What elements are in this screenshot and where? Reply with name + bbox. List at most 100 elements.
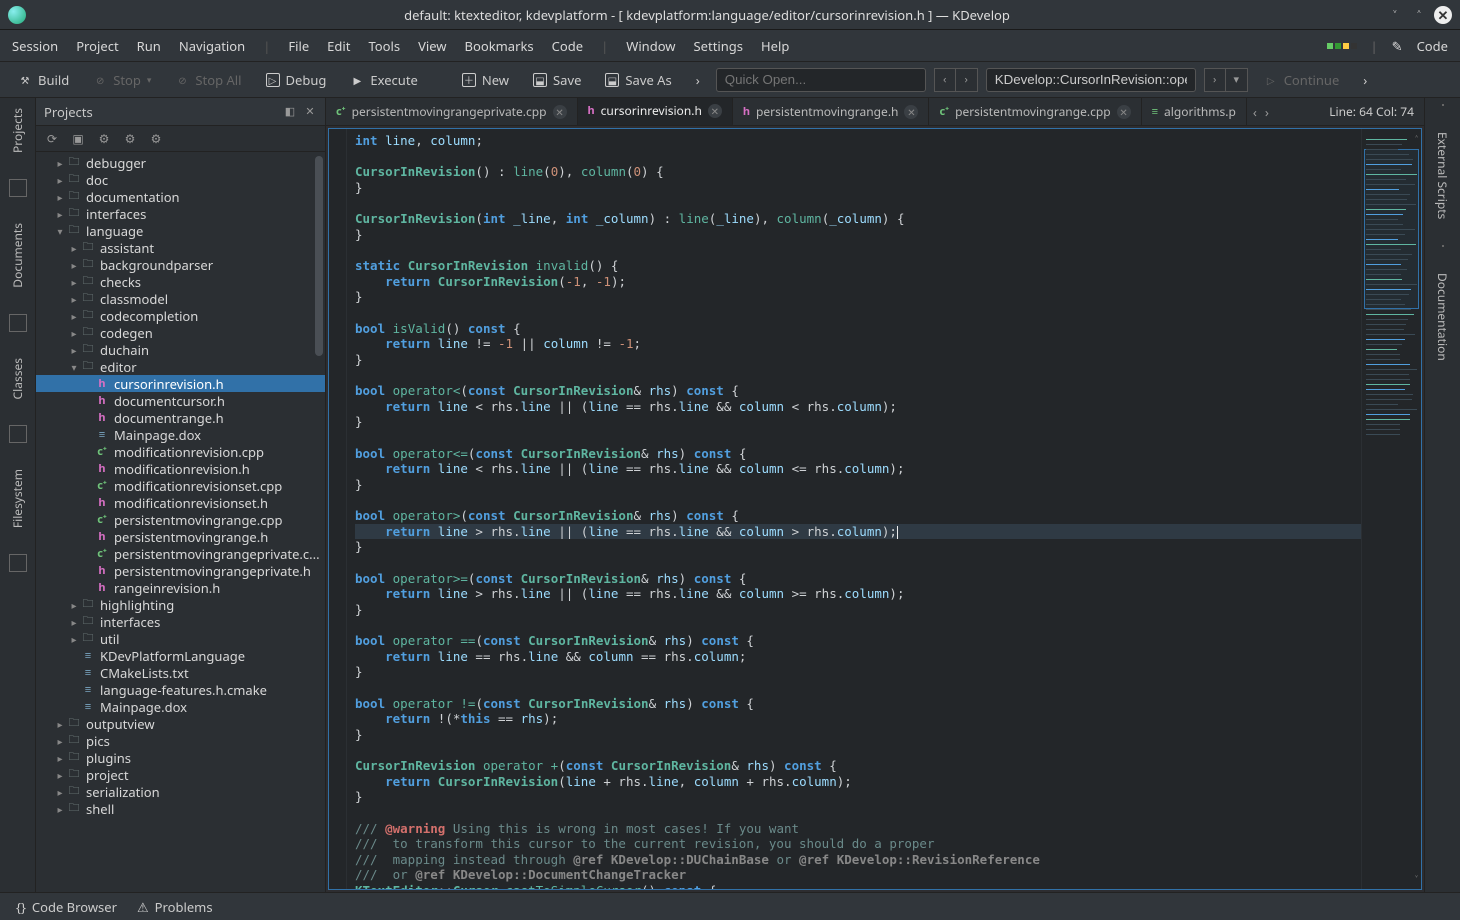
expander-icon[interactable]: ▸	[68, 598, 80, 612]
continue-button[interactable]: ▷Continue	[1256, 67, 1348, 93]
expander-icon[interactable]: ▸	[54, 768, 66, 782]
dock-tab-documentation[interactable]: Documentation	[1434, 269, 1451, 365]
tree-folder[interactable]: ▸🗀doc	[36, 171, 325, 188]
tree-folder[interactable]: ▸🗀codecompletion	[36, 307, 325, 324]
build-button[interactable]: ⚒Build	[10, 67, 77, 93]
expander-icon[interactable]: ▾	[68, 360, 80, 374]
tree-file[interactable]: c⁺modificationrevision.cpp	[36, 443, 325, 460]
menu-file[interactable]: File	[288, 37, 309, 55]
tree-file[interactable]: hdocumentcursor.h	[36, 392, 325, 409]
toolbar-overflow-button[interactable]: ›	[1355, 67, 1375, 93]
tree-file[interactable]: hpersistentmovingrangeprivate.h	[36, 562, 325, 579]
menu-code[interactable]: Code	[552, 37, 583, 55]
tree-file[interactable]: hdocumentrange.h	[36, 409, 325, 426]
collapse-icon[interactable]: ▣	[70, 131, 86, 147]
expander-icon[interactable]: ▸	[68, 241, 80, 255]
tree-file[interactable]: hcursorinrevision.h	[36, 375, 325, 392]
dock-tab-documents[interactable]: Documents	[9, 219, 26, 292]
minimize-button[interactable]: ˅	[1386, 6, 1404, 24]
panel-close-button[interactable]: ✕	[303, 105, 317, 119]
tree-folder[interactable]: ▸🗀project	[36, 766, 325, 783]
status-code-browser[interactable]: {} Code Browser	[16, 898, 117, 916]
menu-navigation[interactable]: Navigation	[179, 37, 245, 55]
collapse-up-icon[interactable]: ˄	[1415, 132, 1418, 146]
menu-code-right[interactable]: Code	[1417, 37, 1448, 55]
tree-file[interactable]: c⁺modificationrevisionset.cpp	[36, 477, 325, 494]
expander-icon[interactable]: ▸	[54, 190, 66, 204]
tab-next-button[interactable]: ›	[1265, 103, 1269, 121]
tree-folder[interactable]: ▸🗀documentation	[36, 188, 325, 205]
fold-gutter[interactable]	[329, 129, 347, 889]
tree-folder[interactable]: ▸🗀serialization	[36, 783, 325, 800]
tree-file[interactable]: hmodificationrevision.h	[36, 460, 325, 477]
tree-file[interactable]: hrangeinrevision.h	[36, 579, 325, 596]
tab-close-button[interactable]: ✕	[904, 105, 918, 119]
tree-folder[interactable]: ▸🗀backgroundparser	[36, 256, 325, 273]
gear-icon[interactable]: ⚙	[122, 131, 138, 147]
expander-icon[interactable]: ▸	[68, 632, 80, 646]
editor-tab[interactable]: c⁺persistentmovingrange.cpp✕	[929, 98, 1141, 125]
menu-tools[interactable]: Tools	[368, 37, 400, 55]
expander-icon[interactable]: ▸	[68, 275, 80, 289]
tab-close-button[interactable]: ✕	[1117, 105, 1131, 119]
tree-folder[interactable]: ▸🗀duchain	[36, 341, 325, 358]
tree-folder[interactable]: ▸🗀outputview	[36, 715, 325, 732]
tree-folder[interactable]: ▸🗀classmodel	[36, 290, 325, 307]
stop-button[interactable]: ⊘Stop▾	[85, 67, 159, 93]
tree-folder[interactable]: ▾🗀editor	[36, 358, 325, 375]
expander-icon[interactable]: ▸	[54, 156, 66, 170]
expander-icon[interactable]: ▸	[54, 207, 66, 221]
tree-folder[interactable]: ▸🗀assistant	[36, 239, 325, 256]
expander-icon[interactable]: ▾	[54, 224, 66, 238]
expander-icon[interactable]: ▸	[54, 785, 66, 799]
menu-project[interactable]: Project	[76, 37, 118, 55]
status-problems[interactable]: ⚠ Problems	[137, 898, 213, 916]
editor-tab[interactable]: hpersistentmovingrange.h✕	[733, 98, 930, 125]
scrollbar-thumb[interactable]	[315, 156, 323, 356]
tree-file[interactable]: c⁺persistentmovingrangeprivate.c...	[36, 545, 325, 562]
maximize-button[interactable]: ˄	[1410, 6, 1428, 24]
save-button[interactable]: ⬓Save	[525, 67, 589, 93]
minimap[interactable]: ˄ ˅	[1361, 129, 1421, 889]
gear-icon[interactable]: ⚙	[148, 131, 164, 147]
execute-button[interactable]: ▶Execute	[342, 67, 425, 93]
menu-window[interactable]: Window	[626, 37, 675, 55]
editor-tab[interactable]: ≡algorithms.p	[1142, 98, 1247, 125]
menu-settings[interactable]: Settings	[694, 37, 743, 55]
close-button[interactable]: ✕	[1434, 6, 1452, 24]
expander-icon[interactable]: ▸	[54, 717, 66, 731]
gear-icon[interactable]: ⚙	[96, 131, 112, 147]
expander-icon[interactable]: ▸	[68, 615, 80, 629]
expander-icon[interactable]: ▸	[68, 292, 80, 306]
expander-icon[interactable]: ▸	[68, 309, 80, 323]
quick-open-input[interactable]	[716, 68, 926, 92]
tree-file[interactable]: ≡KDevPlatformLanguage	[36, 647, 325, 664]
expander-icon[interactable]: ▸	[68, 326, 80, 340]
save-as-button[interactable]: ⬓Save As	[597, 67, 679, 93]
tree-folder[interactable]: ▸🗀pics	[36, 732, 325, 749]
tree-file[interactable]: ≡language-features.h.cmake	[36, 681, 325, 698]
symbol-combo-input[interactable]	[986, 68, 1196, 92]
nav-prev-button[interactable]: ‹	[934, 68, 956, 92]
tree-file[interactable]: ≡CMakeLists.txt	[36, 664, 325, 681]
menu-session[interactable]: Session	[12, 37, 58, 55]
tree-folder[interactable]: ▸🗀interfaces	[36, 613, 325, 630]
quick-open[interactable]	[716, 68, 926, 92]
code-editor[interactable]: int line, column; CursorInRevision() : l…	[328, 128, 1422, 890]
menu-view[interactable]: View	[418, 37, 446, 55]
symbol-dropdown-button[interactable]: ▾	[1226, 68, 1248, 92]
tree-folder[interactable]: ▸🗀interfaces	[36, 205, 325, 222]
dock-tab-classes[interactable]: Classes	[9, 354, 26, 403]
symbol-next-button[interactable]: ›	[1204, 68, 1226, 92]
menu-help[interactable]: Help	[761, 37, 789, 55]
tree-file[interactable]: hmodificationrevisionset.h	[36, 494, 325, 511]
debug-button[interactable]: ▷Debug	[258, 67, 335, 93]
expander-icon[interactable]: ▸	[68, 258, 80, 272]
tree-folder[interactable]: ▾🗀language	[36, 222, 325, 239]
expand-down-icon[interactable]: ˅	[1415, 872, 1418, 886]
nav-next-button[interactable]: ›	[956, 68, 978, 92]
panel-float-button[interactable]: ◧	[283, 105, 297, 119]
more-toolbar-button[interactable]: ›	[688, 67, 708, 93]
stop-all-button[interactable]: ⊘Stop All	[167, 67, 249, 93]
tree-folder[interactable]: ▸🗀shell	[36, 800, 325, 817]
